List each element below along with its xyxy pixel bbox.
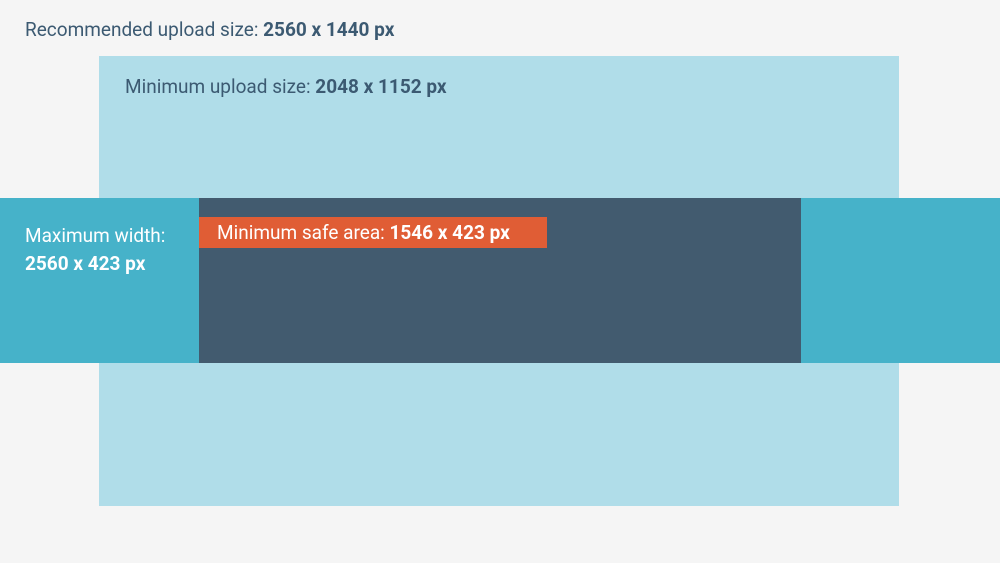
max-width-value: 2560 x 423 px	[25, 250, 165, 278]
recommended-prefix: Recommended upload size:	[25, 18, 263, 41]
recommended-upload-label: Recommended upload size: 2560 x 1440 px	[25, 18, 394, 41]
safe-area-box: Minimum safe area: 1546 x 423 px	[199, 217, 547, 248]
safe-area-prefix: Minimum safe area:	[217, 221, 389, 244]
max-width-prefix: Maximum width:	[25, 222, 165, 250]
maximum-width-label: Maximum width: 2560 x 423 px	[25, 222, 165, 277]
minimum-value: 2048 x 1152 px	[315, 75, 446, 98]
safe-area-label: Minimum safe area: 1546 x 423 px	[217, 221, 510, 244]
minimum-upload-label: Minimum upload size: 2048 x 1152 px	[125, 75, 447, 98]
recommended-value: 2560 x 1440 px	[263, 18, 394, 41]
minimum-prefix: Minimum upload size:	[125, 75, 315, 98]
safe-area-value: 1546 x 423 px	[389, 221, 509, 244]
